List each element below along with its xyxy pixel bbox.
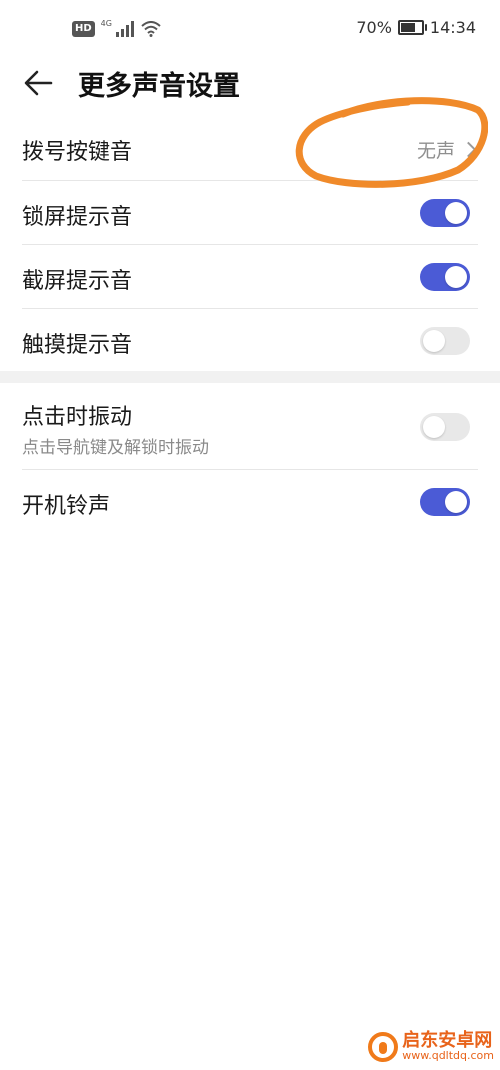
watermark: 启东安卓网 www.qdltdq.com [368,1029,494,1063]
status-bar: HD 4G 70% 14:34 [0,0,500,58]
hd-badge: HD [72,21,95,37]
toggle-knob [423,330,445,352]
status-left: HD 4G [72,18,161,40]
battery-percent: 70% [356,18,392,37]
arrow-left-icon [24,70,53,96]
toggle-knob [423,416,445,438]
section-divider [0,371,500,383]
boot-ringtone-label: 开机铃声 [22,494,111,519]
vibrate-toggle[interactable] [420,413,470,441]
wifi-icon [141,21,161,37]
toggle-knob [445,202,467,224]
watermark-text: 启东安卓网 www.qdltdq.com [402,1029,494,1063]
screenshot-label: 截屏提示音 [22,269,133,294]
lock-screen-toggle[interactable] [420,199,470,227]
touch-label: 触摸提示音 [22,333,133,358]
dial-tone-label: 拨号按键音 [22,140,133,165]
toggle-knob [445,491,467,513]
boot-ringtone-toggle[interactable] [420,488,470,516]
battery-icon [397,20,427,35]
vibrate-sublabel: 点击导航键及解锁时振动 [22,438,209,458]
signal-icon [115,21,134,37]
toggle-knob [445,266,467,288]
clock: 14:34 [429,18,476,37]
watermark-url: www.qdltdq.com [402,1049,494,1063]
status-right: 70% 14:34 [356,18,476,37]
watermark-name: 启东安卓网 [402,1029,493,1051]
watermark-logo-icon [368,1031,399,1062]
screenshot-toggle[interactable] [420,263,470,291]
network-type: 4G [100,18,112,28]
annotation-circle [295,97,488,188]
page-title: 更多声音设置 [78,71,240,102]
touch-toggle[interactable] [420,327,470,355]
lock-screen-label: 锁屏提示音 [22,205,133,230]
vibrate-label: 点击时振动 [22,405,133,430]
battery-fill [400,23,415,32]
back-button[interactable] [22,66,56,100]
